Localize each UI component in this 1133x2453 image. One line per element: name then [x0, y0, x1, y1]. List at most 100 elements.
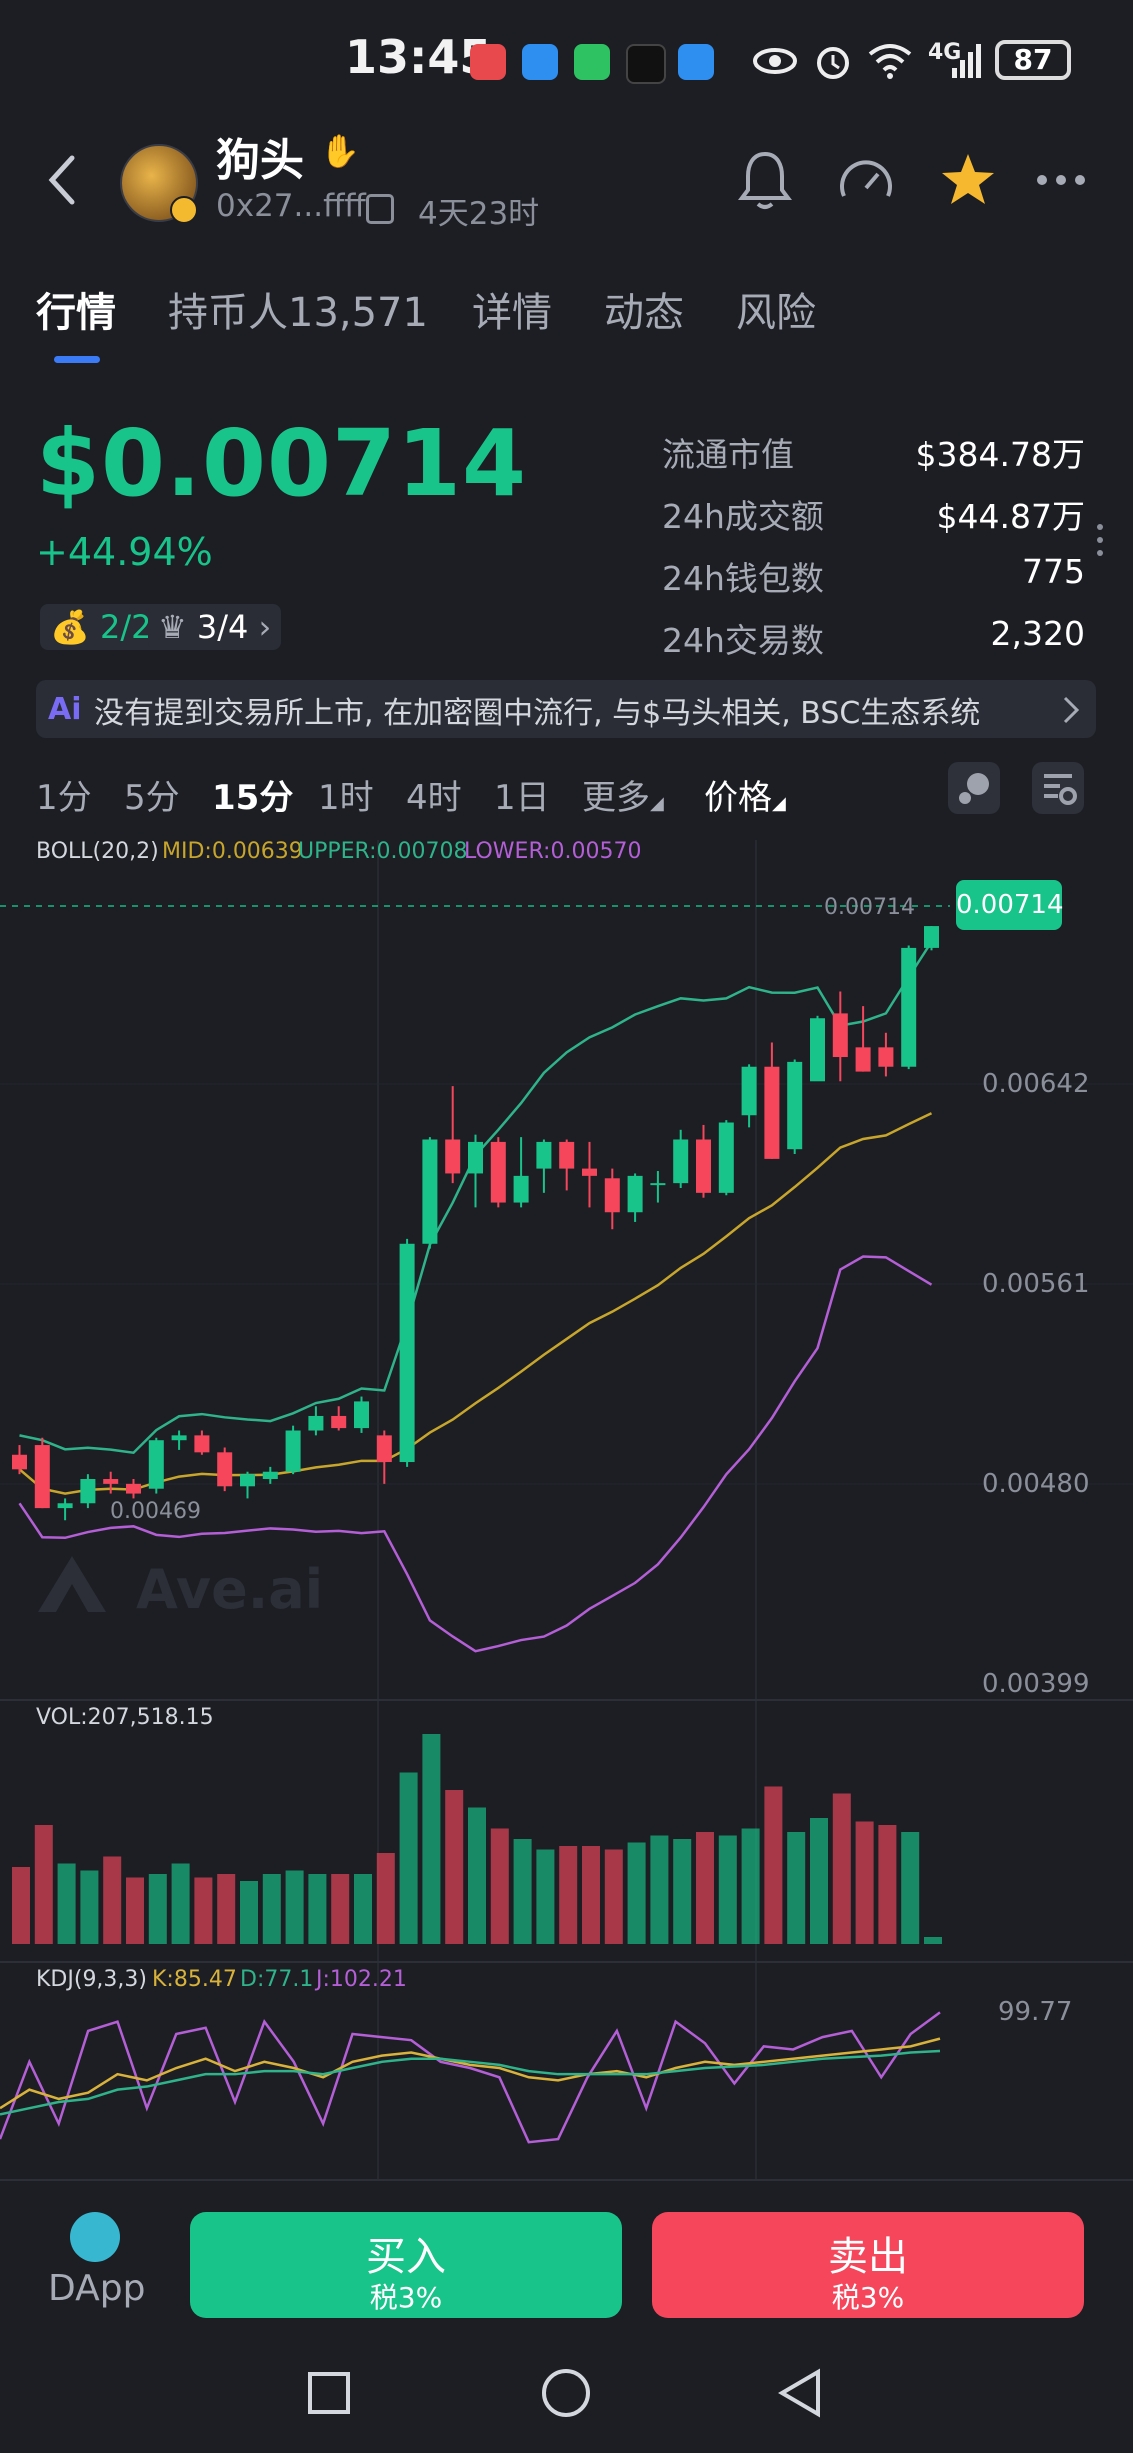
volume-bar	[399, 1772, 418, 1944]
boll-mid-line	[18, 1112, 933, 1495]
candle-body	[696, 1139, 711, 1193]
volume-bar	[513, 1839, 532, 1944]
tf-1d[interactable]: 1日	[494, 770, 550, 819]
tab-activity[interactable]: 动态	[604, 280, 684, 338]
eye-icon	[753, 48, 797, 74]
candle-body	[855, 1047, 871, 1072]
buy-label: 买入	[366, 2234, 446, 2280]
dropdown-triangle-icon: ◢	[650, 793, 664, 814]
star-icon[interactable]	[938, 150, 998, 210]
tiktok-icon	[626, 44, 666, 84]
money-bag-badge[interactable]: 💰 2/2	[40, 604, 162, 650]
candle-body	[582, 1168, 597, 1176]
tab-indicator	[54, 356, 100, 363]
more-icon[interactable]	[1034, 170, 1088, 190]
boll-mid: MID:0.00639	[162, 839, 303, 864]
volume-bar	[445, 1790, 464, 1944]
candle-body	[126, 1483, 141, 1494]
volume-label: VOL:207,518.15	[36, 1705, 214, 1730]
candle-body	[787, 1061, 803, 1150]
tf-1h[interactable]: 1时	[318, 770, 374, 819]
volume-bar	[103, 1856, 122, 1944]
boll-upper: UPPER:0.00708	[298, 839, 468, 864]
battery-indicator: 87	[995, 40, 1071, 80]
wifi-icon	[868, 44, 912, 79]
volume-bar	[832, 1793, 851, 1944]
tf-4h[interactable]: 4时	[406, 770, 462, 819]
home-icon	[542, 2369, 590, 2417]
candle-body	[810, 1018, 825, 1082]
candle-body	[901, 947, 917, 1067]
wechat-icon	[574, 44, 610, 80]
sell-label: 卖出	[828, 2234, 908, 2280]
volume-bar	[240, 1881, 258, 1944]
huawei-app-icon	[470, 44, 506, 80]
kdj-k: K:85.47	[152, 1967, 237, 1992]
price-change: +44.94%	[36, 530, 213, 574]
tf-more[interactable]: 更多◢	[582, 770, 664, 819]
volume-bar	[468, 1807, 486, 1944]
axis-label-4: 0.00399	[982, 1669, 1090, 1699]
kdj-k-line	[0, 2037, 941, 2110]
tab-market[interactable]: 行情	[36, 280, 116, 338]
candle-body	[240, 1474, 255, 1487]
volume-bar	[126, 1877, 144, 1944]
volume-bar	[285, 1870, 304, 1944]
kdj-j: J:102.21	[314, 1967, 407, 1992]
kdj-j-line	[0, 2011, 941, 2144]
tf-price-type[interactable]: 价格◢	[704, 770, 786, 819]
candle-body	[399, 1243, 415, 1463]
sell-button[interactable]: 卖出 税3%	[652, 2212, 1084, 2318]
tab-details[interactable]: 详情	[472, 280, 552, 338]
candle-body	[741, 1066, 757, 1116]
axis-label-3: 0.00480	[982, 1469, 1090, 1499]
speedometer-icon[interactable]	[834, 150, 898, 214]
candle-body	[673, 1139, 689, 1184]
tab-risk[interactable]: 风险	[736, 280, 816, 338]
tab-holders[interactable]: 持币人13,571	[168, 280, 428, 338]
candle-body	[331, 1415, 347, 1429]
candle-body	[536, 1141, 552, 1169]
indicator-toggle-button[interactable]	[948, 762, 1000, 814]
vertical-dots-icon[interactable]	[1094, 522, 1106, 558]
volume-bar	[878, 1825, 897, 1944]
buy-button[interactable]: 买入 税3%	[190, 2212, 622, 2318]
volume-bar	[57, 1863, 76, 1944]
tf-price-label: 价格	[704, 778, 772, 818]
chart-settings-button[interactable]	[1032, 762, 1084, 814]
stat-label-mcap: 流通市值	[662, 435, 794, 474]
top-holders-badge[interactable]: ♛ 3/4 ›	[148, 604, 282, 650]
volume-bar	[901, 1832, 920, 1944]
volume-bar	[12, 1867, 30, 1944]
chevron-right-icon	[1063, 696, 1080, 724]
volume-bar	[559, 1846, 578, 1944]
signal-icon	[952, 44, 981, 78]
bell-icon[interactable]	[736, 148, 794, 212]
candle-body	[445, 1139, 461, 1174]
stat-label-volume: 24h成交额	[662, 497, 824, 536]
shield-app-icon	[678, 44, 714, 80]
money-bag-icon: 💰	[50, 608, 90, 646]
kdj-max-label: 99.77	[998, 1997, 1072, 2027]
tf-15m[interactable]: 15分	[212, 770, 293, 819]
candle-body	[559, 1141, 575, 1169]
candle-body	[513, 1175, 529, 1203]
back-arrow-icon[interactable]	[42, 150, 82, 210]
candle-body	[262, 1471, 278, 1480]
boll-lower: LOWER:0.00570	[464, 839, 641, 864]
last-price-dash-label: 0.00714	[824, 895, 915, 920]
status-bar: 13:45 4G 87	[0, 0, 1133, 120]
tf-5m[interactable]: 5分	[124, 770, 180, 819]
volume-bar	[855, 1821, 874, 1944]
message-app-icon	[522, 44, 558, 80]
copy-icon[interactable]	[366, 194, 394, 224]
dapp-label[interactable]: DApp	[48, 2268, 145, 2309]
ai-badge: Ai	[48, 692, 82, 727]
tf-1m[interactable]: 1分	[36, 770, 92, 819]
candle-body	[103, 1479, 119, 1484]
contract-address[interactable]: 0x27...ffff	[216, 188, 366, 224]
candle-body	[764, 1066, 780, 1159]
bsc-chain-badge	[170, 196, 198, 224]
pancakeswap-icon[interactable]	[70, 2212, 120, 2262]
volume-bar	[696, 1832, 714, 1944]
